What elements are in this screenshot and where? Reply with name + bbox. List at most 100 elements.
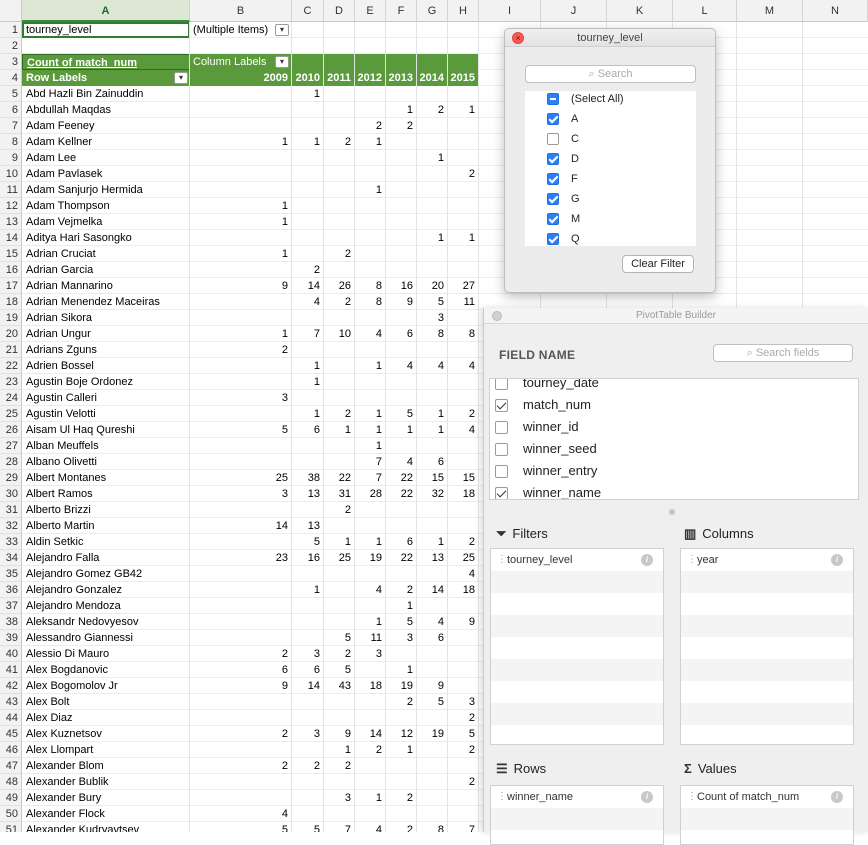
row-number[interactable]: 48	[0, 774, 22, 790]
field-checkbox[interactable]	[495, 379, 508, 390]
count-cell[interactable]: 3	[324, 790, 355, 806]
row-number[interactable]: 15	[0, 246, 22, 262]
count-cell[interactable]	[355, 342, 386, 358]
search-fields-input[interactable]: ⌕ Search fields	[713, 344, 853, 362]
column-header-b[interactable]: B	[190, 0, 292, 22]
player-name-cell[interactable]: Alessandro Giannessi	[22, 630, 190, 646]
count-cell[interactable]	[448, 134, 479, 150]
count-cell[interactable]	[355, 310, 386, 326]
count-cell[interactable]: 1	[386, 742, 417, 758]
count-cell[interactable]	[190, 294, 292, 310]
count-cell[interactable]: 9	[190, 278, 292, 294]
count-cell[interactable]	[292, 230, 324, 246]
row-number[interactable]: 47	[0, 758, 22, 774]
count-cell[interactable]: 26	[324, 278, 355, 294]
count-cell[interactable]: 28	[355, 486, 386, 502]
count-cell[interactable]: 1	[292, 582, 324, 598]
count-cell[interactable]	[355, 374, 386, 390]
count-cell[interactable]: 8	[355, 278, 386, 294]
count-cell[interactable]	[324, 262, 355, 278]
row-field-chip[interactable]: ⋮ winner_name i	[491, 786, 663, 808]
count-cell[interactable]	[324, 342, 355, 358]
count-cell[interactable]	[190, 614, 292, 630]
count-cell[interactable]: 1	[190, 134, 292, 150]
field-checkbox[interactable]	[495, 399, 508, 412]
player-name-cell[interactable]: Alex Bogomolov Jr	[22, 678, 190, 694]
clear-filter-button[interactable]: Clear Filter	[622, 255, 694, 273]
count-cell[interactable]: 2	[324, 758, 355, 774]
row-number[interactable]: 40	[0, 646, 22, 662]
row-number[interactable]: 4	[0, 70, 22, 86]
count-cell[interactable]	[355, 150, 386, 166]
count-cell[interactable]: 8	[448, 326, 479, 342]
count-cell[interactable]: 13	[292, 486, 324, 502]
count-cell[interactable]	[324, 454, 355, 470]
count-cell[interactable]	[355, 86, 386, 102]
filter-option[interactable]: G	[525, 189, 696, 209]
count-cell[interactable]: 5	[324, 662, 355, 678]
count-cell[interactable]: 27	[448, 278, 479, 294]
column-header-g[interactable]: G	[417, 0, 448, 22]
count-cell[interactable]	[292, 742, 324, 758]
row-number[interactable]: 44	[0, 710, 22, 726]
count-cell[interactable]: 25	[324, 550, 355, 566]
count-cell[interactable]: 5	[386, 614, 417, 630]
count-cell[interactable]	[324, 118, 355, 134]
count-cell[interactable]: 8	[417, 822, 448, 832]
player-name-cell[interactable]: Adam Vejmelka	[22, 214, 190, 230]
count-cell[interactable]: 1	[292, 86, 324, 102]
count-cell[interactable]: 2	[324, 246, 355, 262]
count-cell[interactable]	[190, 790, 292, 806]
column-header-a[interactable]: A	[22, 0, 190, 22]
player-name-cell[interactable]: Adam Lee	[22, 150, 190, 166]
row-number[interactable]: 2	[0, 38, 22, 54]
count-cell[interactable]	[324, 438, 355, 454]
count-cell[interactable]: 1	[355, 182, 386, 198]
row-number[interactable]: 42	[0, 678, 22, 694]
count-cell[interactable]	[417, 166, 448, 182]
count-cell[interactable]	[292, 246, 324, 262]
row-number[interactable]: 8	[0, 134, 22, 150]
count-cell[interactable]	[386, 198, 417, 214]
column-header-f[interactable]: F	[386, 0, 417, 22]
player-name-cell[interactable]: Adam Feeney	[22, 118, 190, 134]
count-cell[interactable]: 2	[292, 758, 324, 774]
count-cell[interactable]	[292, 790, 324, 806]
count-cell[interactable]	[448, 790, 479, 806]
player-name-cell[interactable]: Adam Thompson	[22, 198, 190, 214]
columns-area[interactable]: ⋮ year i	[680, 548, 854, 745]
filter-search-input[interactable]: ⌕ Search	[525, 65, 696, 83]
splitter-handle[interactable]	[669, 509, 675, 515]
count-cell[interactable]: 12	[386, 726, 417, 742]
row-number[interactable]: 29	[0, 470, 22, 486]
player-name-cell[interactable]: Adam Sanjurjo Hermida	[22, 182, 190, 198]
count-cell[interactable]	[292, 198, 324, 214]
count-cell[interactable]	[292, 774, 324, 790]
count-cell[interactable]	[190, 230, 292, 246]
count-cell[interactable]	[190, 710, 292, 726]
row-number[interactable]: 30	[0, 486, 22, 502]
count-cell[interactable]: 1	[190, 214, 292, 230]
count-cell[interactable]	[386, 518, 417, 534]
count-cell[interactable]	[292, 438, 324, 454]
count-cell[interactable]	[417, 774, 448, 790]
count-cell[interactable]	[190, 102, 292, 118]
player-name-cell[interactable]: Alexander Kudryavtsev	[22, 822, 190, 832]
row-number[interactable]: 31	[0, 502, 22, 518]
count-cell[interactable]: 1	[417, 230, 448, 246]
row-number[interactable]: 11	[0, 182, 22, 198]
row-number[interactable]: 6	[0, 102, 22, 118]
count-cell[interactable]	[190, 150, 292, 166]
count-cell[interactable]: 4	[417, 358, 448, 374]
player-name-cell[interactable]: Alex Bogdanovic	[22, 662, 190, 678]
count-cell[interactable]	[355, 518, 386, 534]
count-cell[interactable]	[448, 86, 479, 102]
count-cell[interactable]	[292, 310, 324, 326]
count-cell[interactable]: 8	[417, 326, 448, 342]
count-cell[interactable]	[417, 518, 448, 534]
row-number[interactable]: 34	[0, 550, 22, 566]
count-cell[interactable]	[292, 118, 324, 134]
count-cell[interactable]: 1	[386, 598, 417, 614]
count-cell[interactable]: 31	[324, 486, 355, 502]
checkbox[interactable]	[547, 153, 559, 165]
